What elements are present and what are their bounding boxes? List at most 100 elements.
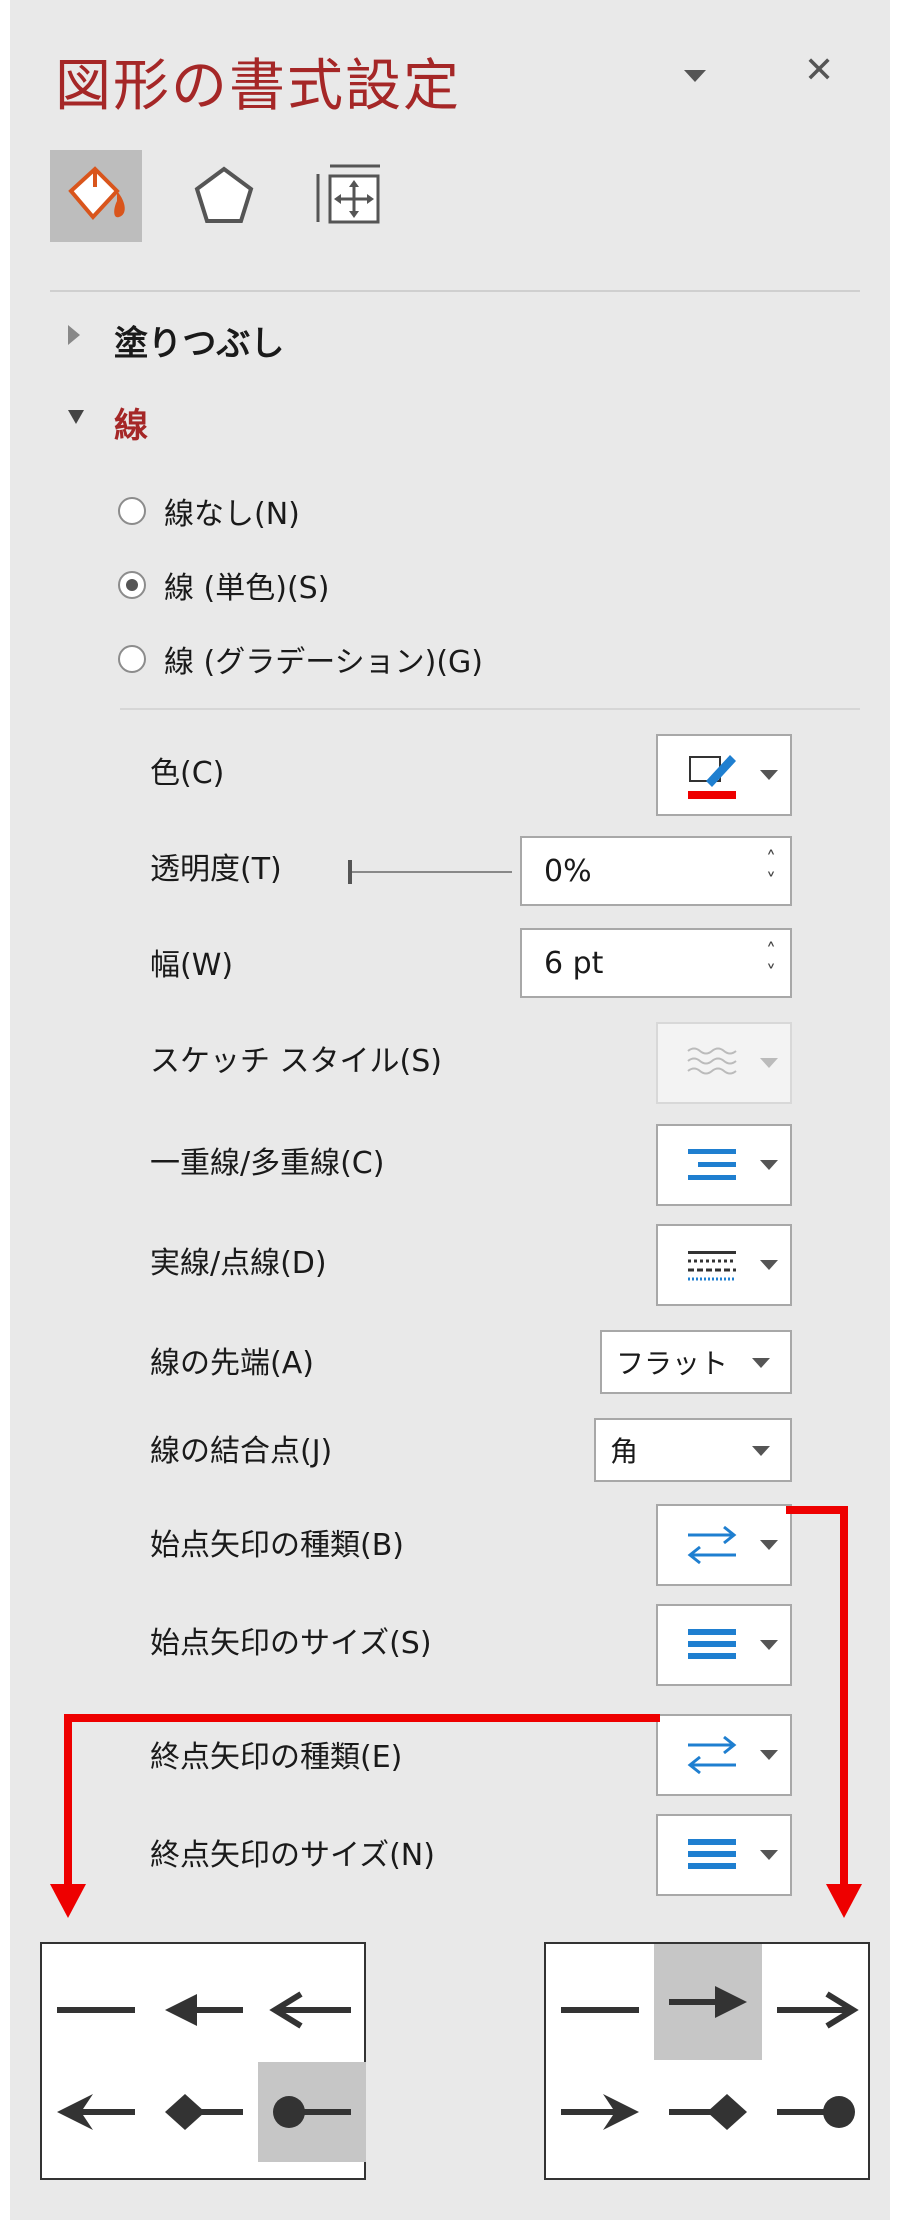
arrow-option-oval-selected[interactable]: [258, 2062, 366, 2162]
sketch-lines-icon: [687, 1047, 737, 1075]
oval-arrow-left-icon: [273, 2096, 351, 2128]
arrow-sizes-icon: [688, 1629, 736, 1659]
chevron-down-icon: [760, 1540, 778, 1550]
arrow-option-none[interactable]: [42, 1960, 150, 2060]
begin-arrow-size-button[interactable]: [656, 1604, 792, 1686]
panel-bottom: 終点矢印のサイズ(N): [10, 1800, 890, 1920]
chevron-down-icon: [760, 1750, 778, 1760]
dash-type-label: 実線/点線(D): [150, 1246, 327, 1281]
paint-bucket-icon: [68, 166, 125, 221]
arrow-option-stealth[interactable]: [546, 2062, 654, 2162]
annotation-line: [840, 1506, 848, 1896]
chevron-down-icon: [760, 1260, 778, 1270]
pentagon-icon: [194, 166, 254, 223]
begin-arrow-type-button[interactable]: [656, 1504, 792, 1586]
chevron-down-icon: [752, 1446, 770, 1456]
begin-arrow-type-label: 始点矢印の種類(B): [150, 1528, 404, 1563]
end-arrow-size-label: 終点矢印のサイズ(N): [150, 1838, 435, 1873]
tab-size-properties[interactable]: [302, 150, 394, 242]
open-arrow-left-icon: [269, 1991, 351, 2029]
join-type-select[interactable]: 角: [594, 1418, 792, 1482]
oval-arrow-right-icon: [777, 2096, 855, 2128]
options-divider: [120, 708, 860, 710]
arrow-option-triangle[interactable]: [150, 1960, 258, 2060]
chevron-down-icon: [684, 70, 706, 82]
begin-arrow-gallery: [40, 1942, 366, 2180]
compound-label: 一重線/多重線(C): [150, 1146, 385, 1181]
radio-label: 線 (グラデーション)(G): [164, 645, 483, 680]
end-arrow-type-button[interactable]: [656, 1714, 792, 1796]
arrow-types-icon: [687, 1735, 737, 1775]
dash-type-button[interactable]: [656, 1224, 792, 1306]
width-label: 幅(W): [150, 948, 234, 983]
radio-button[interactable]: [118, 571, 146, 599]
open-arrow-right-icon: [777, 1991, 859, 2029]
transparency-input[interactable]: 0% ˄ ˅: [520, 836, 792, 906]
spin-arrows-icon[interactable]: ˄ ˅: [766, 940, 776, 984]
chevron-down-icon: [760, 770, 778, 780]
tab-effects[interactable]: [178, 150, 270, 242]
arrow-option-open[interactable]: [258, 1960, 366, 2060]
arrow-option-stealth[interactable]: [42, 2062, 150, 2162]
format-shape-panel: 図形の書式設定 ✕ 塗りつぶし 線 線なし(N) 線 (単色)(S) 線 (グラ…: [10, 0, 890, 1800]
chevron-down-icon: [760, 1058, 778, 1068]
transparency-value: 0%: [544, 853, 592, 889]
stealth-arrow-left-icon: [57, 2094, 135, 2130]
arrow-option-oval[interactable]: [762, 2062, 870, 2162]
arrow-option-open[interactable]: [762, 1960, 870, 2060]
radio-gradient-line[interactable]: 線 (グラデーション)(G): [118, 634, 483, 684]
color-picker-button[interactable]: [656, 734, 792, 816]
radio-label: 線 (単色)(S): [164, 571, 330, 606]
compound-lines-icon: [688, 1149, 736, 1180]
close-button[interactable]: ✕: [804, 50, 834, 91]
sketch-style-button[interactable]: [656, 1022, 792, 1104]
chevron-down-icon: [752, 1358, 770, 1368]
diamond-arrow-right-icon: [669, 2094, 747, 2130]
join-type-value: 角: [610, 1435, 639, 1468]
spin-arrows-icon[interactable]: ˄ ˅: [766, 848, 776, 892]
radio-no-line[interactable]: 線なし(N): [118, 486, 300, 536]
annotation-line: [786, 1506, 846, 1514]
radio-solid-line[interactable]: 線 (単色)(S): [118, 560, 329, 610]
width-input[interactable]: 6 pt ˄ ˅: [520, 928, 792, 998]
end-arrow-size-button[interactable]: [656, 1814, 792, 1896]
radio-label: 線なし(N): [164, 497, 300, 532]
arrow-option-diamond[interactable]: [150, 2062, 258, 2162]
compound-type-button[interactable]: [656, 1124, 792, 1206]
arrow-option-none[interactable]: [546, 1960, 654, 2060]
transparency-slider-track[interactable]: [352, 871, 512, 873]
annotation-arrowhead: [826, 1884, 862, 1918]
arrow-option-diamond[interactable]: [654, 2062, 762, 2162]
arrow-option-triangle-selected[interactable]: [654, 1944, 762, 2060]
chevron-down-icon: [760, 1850, 778, 1860]
width-value: 6 pt: [544, 945, 604, 981]
cap-type-select[interactable]: フラット: [600, 1330, 792, 1394]
chevron-down-icon: [760, 1160, 778, 1170]
line-no-arrow-icon: [57, 2007, 135, 2013]
panel-title: 図形の書式設定: [55, 54, 461, 119]
arrow-types-icon: [687, 1525, 737, 1565]
tab-divider: [50, 290, 860, 292]
begin-arrow-size-label: 始点矢印のサイズ(S): [150, 1626, 432, 1661]
triangle-arrow-left-icon: [165, 1994, 243, 2026]
diamond-arrow-left-icon: [165, 2094, 243, 2130]
radio-button[interactable]: [118, 497, 146, 525]
annotation-arrowhead: [50, 1884, 86, 1918]
cap-type-label: 線の先端(A): [150, 1346, 314, 1381]
triangle-arrow-right-icon: [669, 1986, 747, 2018]
pen-color-icon: [688, 755, 736, 799]
stealth-arrow-right-icon: [561, 2094, 639, 2130]
transparency-label: 透明度(T): [150, 852, 282, 887]
annotation-line: [64, 1714, 660, 1722]
radio-button[interactable]: [118, 645, 146, 673]
sketch-style-label: スケッチ スタイル(S): [150, 1044, 442, 1079]
annotation-line: [64, 1714, 72, 1896]
cap-type-value: フラット: [616, 1347, 729, 1380]
section-fill[interactable]: 塗りつぶし: [114, 316, 284, 365]
dash-lines-icon: [688, 1251, 736, 1281]
panel-options-dropdown[interactable]: [684, 52, 706, 82]
tab-fill-line[interactable]: [50, 150, 142, 242]
chevron-down-icon: [760, 1640, 778, 1650]
section-line[interactable]: 線: [114, 398, 148, 447]
line-no-arrow-icon: [561, 2007, 639, 2013]
